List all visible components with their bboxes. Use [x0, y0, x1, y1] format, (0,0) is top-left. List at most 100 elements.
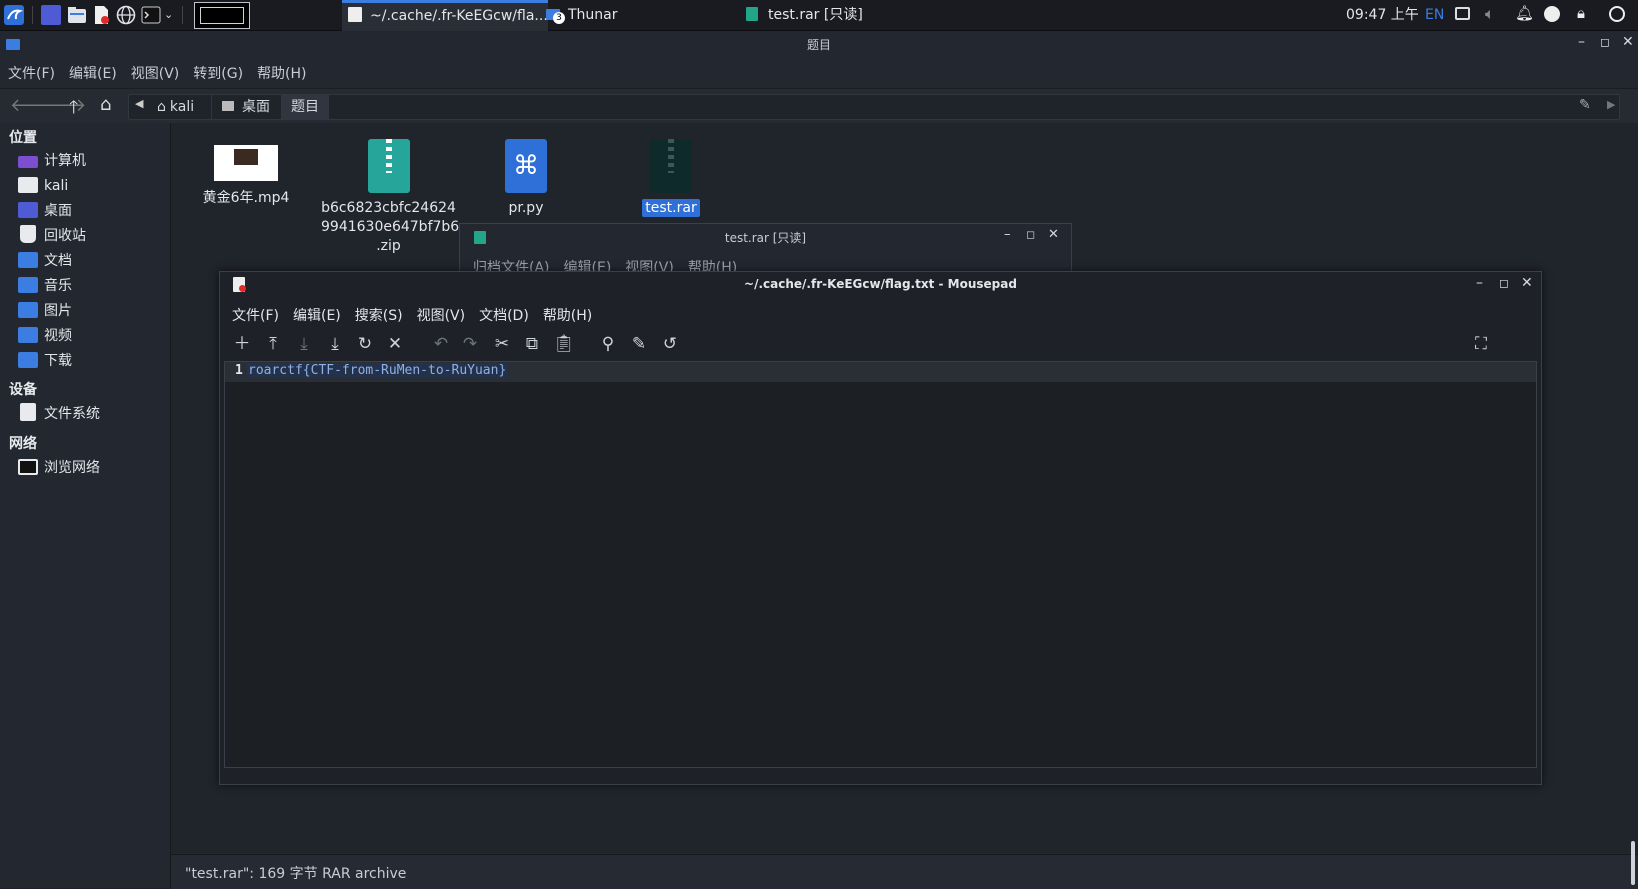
menu-help[interactable]: 帮助(H) [543, 308, 592, 324]
sidebar-item-computer[interactable]: 计算机 [18, 150, 86, 172]
menubar: 文件(F) 编辑(E) 搜索(S) 视图(V) 文档(D) 帮助(H) [232, 305, 606, 325]
fullscreen-icon[interactable]: ⛶ [1471, 334, 1491, 354]
reload-icon[interactable]: ↻ [355, 334, 375, 354]
go-to-line-icon[interactable]: ↺ [660, 334, 680, 354]
close-button[interactable]: ✕ [1048, 227, 1059, 242]
task-mousepad[interactable]: ~/.cache/.fr-KeEGcw/fla... [342, 0, 548, 33]
archive-icon [746, 7, 758, 21]
sidebar-item-label: kali [44, 178, 69, 194]
chevron-left-icon[interactable]: ◀ [135, 97, 143, 110]
web-browser-icon[interactable] [116, 5, 136, 25]
scrollbar-thumb[interactable] [1631, 841, 1635, 885]
minimize-button[interactable]: – [1578, 34, 1585, 50]
close-button[interactable]: ✕ [1622, 34, 1634, 50]
close-document-icon[interactable]: ✕ [385, 334, 405, 354]
location-toolbar: 🡐 🡒 🡑 ⌂ ◀ ⌂ kali 桌面 题目 ✎ ▶ [0, 88, 1638, 124]
new-document-icon[interactable]: ＋ [232, 334, 252, 354]
edit-location-pencil-icon[interactable]: ✎ [1579, 97, 1591, 113]
power-manager-icon[interactable] [1544, 6, 1560, 22]
sidebar-item-music[interactable]: 音乐 [18, 275, 72, 297]
sidebar-item-documents[interactable]: 文档 [18, 250, 72, 272]
downloads-folder-icon [18, 352, 38, 368]
show-desktop-icon[interactable] [41, 5, 61, 25]
maximize-button[interactable]: ◻ [1026, 228, 1035, 241]
menu-document[interactable]: 文档(D) [479, 308, 529, 324]
power-icon[interactable] [1609, 6, 1625, 22]
sidebar-item-kali[interactable]: kali [18, 175, 68, 197]
menu-view[interactable]: 视图(V) [417, 308, 466, 324]
volume-icon[interactable]: 🔈︎ [1485, 4, 1495, 24]
menu-file[interactable]: 文件(F) [232, 308, 279, 324]
minimize-button[interactable]: – [1476, 275, 1483, 291]
computer-icon [18, 156, 38, 168]
file-item-selected[interactable]: test.rar [616, 139, 726, 218]
notification-bell-icon[interactable]: 🔔︎ [1515, 4, 1534, 22]
desktop-folder-icon [18, 202, 38, 218]
sidebar-item-trash[interactable]: 回收站 [18, 225, 86, 247]
menu-view[interactable]: 视图(V) [131, 66, 180, 82]
sidebar-item-label: 音乐 [44, 278, 72, 294]
sidebar-item-desktop[interactable]: 桌面 [18, 200, 72, 222]
breadcrumb-kali[interactable]: ⌂ kali [149, 95, 209, 119]
breadcrumb-desktop[interactable]: 桌面 [211, 95, 282, 119]
pictures-folder-icon [18, 302, 38, 318]
sidebar-item-downloads[interactable]: 下载 [18, 350, 72, 372]
mousepad-window: ~/.cache/.fr-KeEGcw/flag.txt - Mousepad … [219, 271, 1542, 785]
maximize-button[interactable]: ◻ [1499, 276, 1509, 290]
open-file-icon[interactable]: ⤒ [263, 334, 283, 354]
up-arrow-icon[interactable]: 🡑 [69, 95, 78, 125]
menu-search[interactable]: 搜索(S) [355, 308, 403, 324]
sidebar-item-label: 文件系统 [44, 406, 100, 422]
close-button[interactable]: ✕ [1521, 275, 1533, 291]
minimize-button[interactable]: – [1004, 227, 1011, 242]
breadcrumb: ◀ ⌂ kali 桌面 题目 ✎ ▶ [128, 94, 1620, 120]
editor-area[interactable]: 1 roarctf{CTF-from-RuMen-to-RuYuan} [224, 361, 1537, 768]
redo-icon[interactable]: ↷ [460, 334, 480, 354]
menu-edit[interactable]: 编辑(E) [69, 66, 117, 82]
search-icon[interactable]: ⚲ [598, 334, 618, 354]
sidebar-item-pictures[interactable]: 图片 [18, 300, 72, 322]
task-thunar[interactable]: Thunar 3 [546, 0, 618, 30]
home-icon: ⌂ [157, 99, 166, 115]
window-title: ~/.cache/.fr-KeEGcw/flag.txt - Mousepad [744, 277, 1017, 291]
copy-icon[interactable]: ⧉ [522, 334, 542, 354]
editor-text[interactable]: roarctf{CTF-from-RuMen-to-RuYuan} [247, 363, 508, 378]
menu-edit[interactable]: 编辑(E) [293, 308, 341, 324]
sidebar-item-label: 桌面 [44, 203, 72, 219]
undo-icon[interactable]: ↶ [431, 334, 451, 354]
desktop-icon [222, 101, 234, 111]
cut-icon[interactable]: ✂ [492, 334, 512, 354]
menu-help[interactable]: 帮助(H) [257, 66, 306, 82]
kali-menu-icon[interactable] [4, 5, 24, 25]
terminal-icon[interactable] [141, 5, 161, 25]
clock[interactable]: 09:47 上午 [1346, 0, 1419, 30]
save-icon[interactable]: ⤓ [294, 334, 314, 354]
keyboard-layout[interactable]: EN [1425, 0, 1444, 30]
sidebar-item-videos[interactable]: 视频 [18, 325, 72, 347]
breadcrumb-current[interactable]: 题目 [281, 95, 329, 119]
sidebar-item-browse-network[interactable]: 浏览网络 [18, 457, 100, 479]
file-manager-icon[interactable] [67, 5, 87, 25]
maximize-button[interactable]: ◻ [1600, 35, 1610, 49]
paste-icon[interactable]: 📋︎ [553, 334, 575, 354]
sidebar-item-filesystem[interactable]: 文件系统 [18, 403, 100, 425]
lock-screen-icon[interactable]: 🔒︎ [1577, 4, 1585, 22]
chevron-down-icon[interactable]: ⌄ [164, 8, 173, 21]
text-editor-icon[interactable] [91, 5, 111, 25]
forward-arrow-icon[interactable]: 🡒 [38, 95, 86, 116]
sidebar-header-places: 位置 [9, 130, 37, 146]
file-item[interactable]: 黄金6年.mp4 [191, 139, 301, 208]
menu-file[interactable]: 文件(F) [8, 66, 55, 82]
sidebar-item-label: 下载 [44, 353, 72, 369]
file-item[interactable]: ⌘ pr.py [471, 139, 581, 218]
find-replace-icon[interactable]: ✎ [629, 334, 649, 354]
file-item[interactable]: b6c6823cbfc24624 9941630e647bf7b6 .zip [321, 139, 459, 256]
display-icon[interactable] [1455, 7, 1470, 20]
archive-manager-window: test.rar [只读] – ◻ ✕ 归档文件(A) 编辑(E) 视图(V) 帮助(… [459, 223, 1072, 273]
task-archive-manager[interactable]: test.rar [只读] [746, 0, 863, 30]
save-as-icon[interactable]: ⤓ [325, 334, 345, 354]
workspace-switcher[interactable] [194, 2, 250, 29]
chevron-right-icon[interactable]: ▶ [1607, 98, 1615, 111]
home-icon[interactable]: ⌂ [100, 94, 111, 115]
menu-go[interactable]: 转到(G) [193, 66, 243, 82]
